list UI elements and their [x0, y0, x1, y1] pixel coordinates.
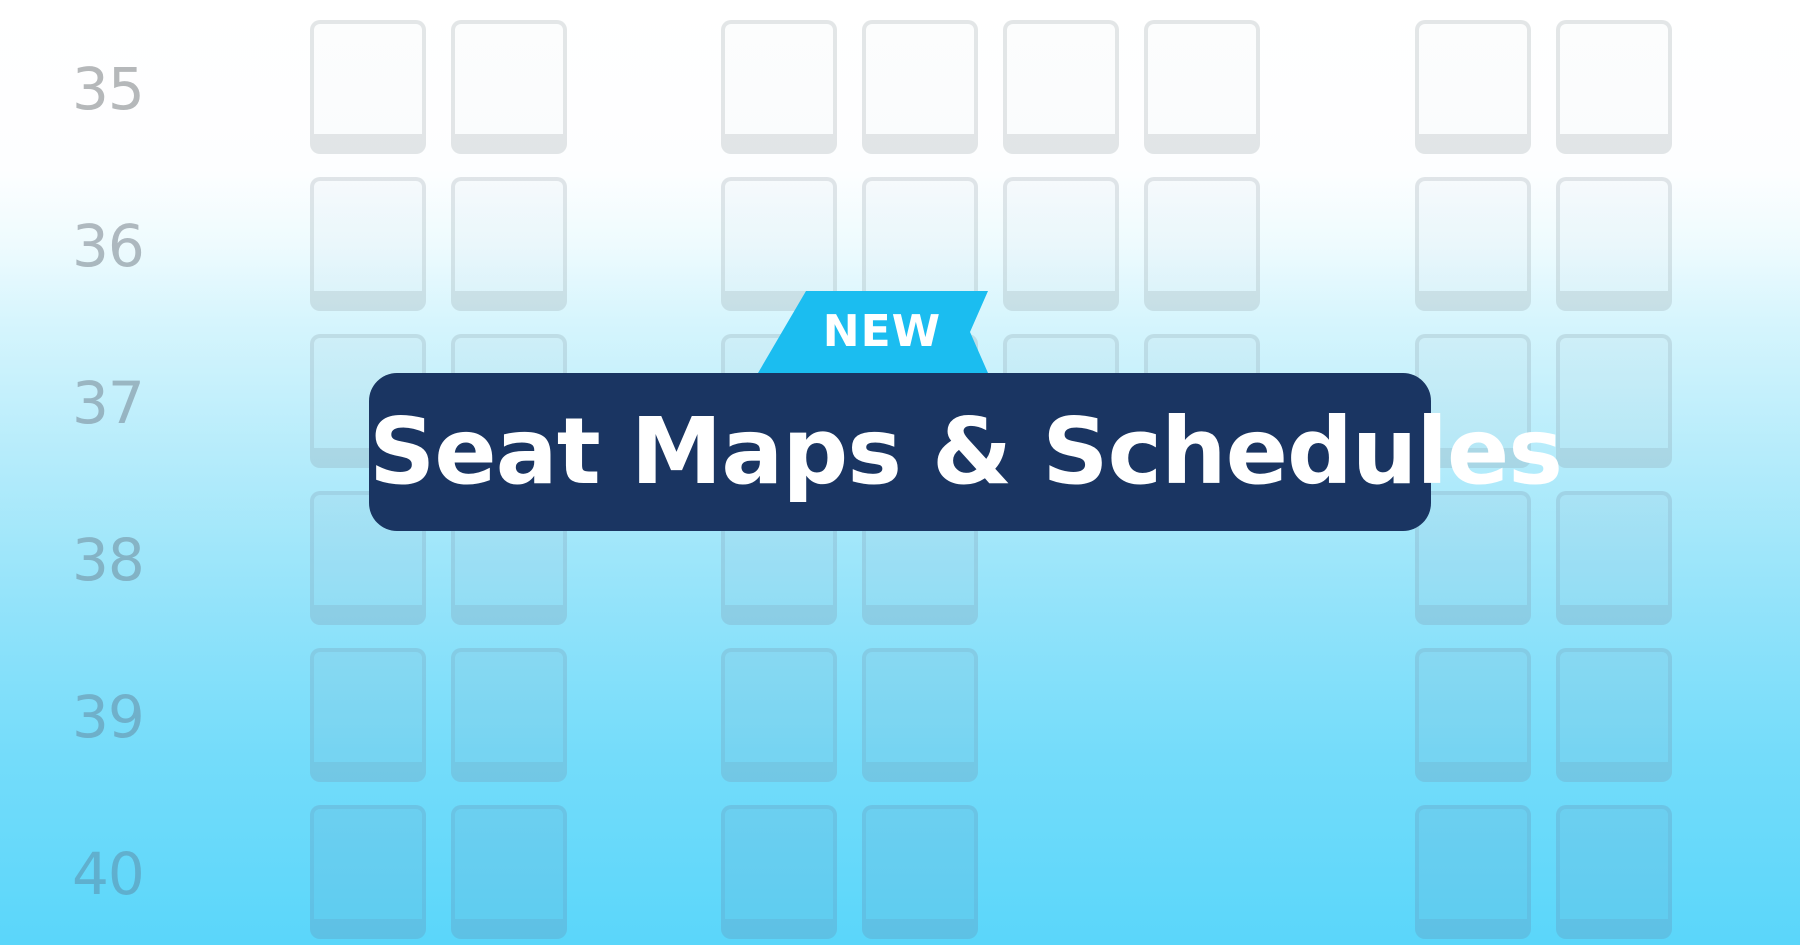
seat [1556, 491, 1672, 625]
seat [1003, 20, 1119, 154]
row-number: 39 [72, 683, 145, 751]
seat [1415, 177, 1531, 311]
seat [862, 648, 978, 782]
row-number: 36 [72, 212, 145, 280]
seat [862, 20, 978, 154]
row-number: 38 [72, 526, 145, 594]
row-number: 37 [72, 369, 145, 437]
new-badge: NEW [758, 291, 988, 373]
seat [721, 805, 837, 939]
seat [1415, 491, 1531, 625]
seat [1415, 805, 1531, 939]
seat [862, 805, 978, 939]
seat [1556, 805, 1672, 939]
seat [721, 20, 837, 154]
seat [451, 805, 567, 939]
seat [1556, 334, 1672, 468]
seat [451, 20, 567, 154]
seat [310, 648, 426, 782]
seat [310, 20, 426, 154]
row-number: 40 [72, 840, 145, 908]
page-title: Seat Maps & Schedules [369, 373, 1563, 531]
seat [1415, 20, 1531, 154]
seat [451, 648, 567, 782]
seat [1556, 20, 1672, 154]
seat [1556, 177, 1672, 311]
seat [1144, 20, 1260, 154]
seat [1556, 648, 1672, 782]
seat [721, 648, 837, 782]
seat [1415, 648, 1531, 782]
seat [310, 805, 426, 939]
title-block: NEW Seat Maps & Schedules [369, 291, 1563, 531]
row-number: 35 [72, 55, 145, 123]
